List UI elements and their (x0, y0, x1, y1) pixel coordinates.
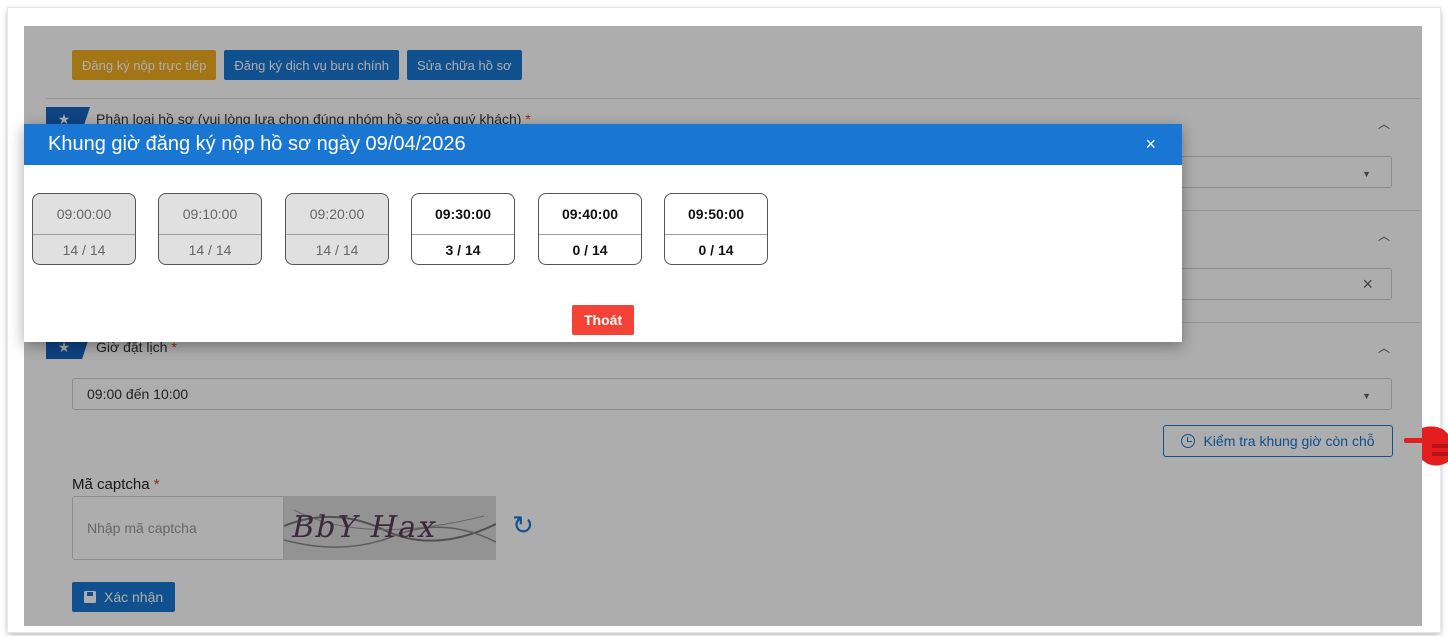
modal-title: Khung giờ đăng ký nộp hồ sơ ngày 09/04/2… (48, 133, 466, 155)
exit-button[interactable]: Thoát (572, 305, 635, 335)
time-slot[interactable]: 09:30:00 3 / 14 (411, 193, 515, 265)
time-slot[interactable]: 09:50:00 0 / 14 (664, 193, 768, 265)
slot-count: 0 / 14 (572, 242, 608, 258)
slot-count: 14 / 14 (188, 242, 232, 258)
slot-count: 14 / 14 (315, 242, 359, 258)
modal-header: Khung giờ đăng ký nộp hồ sơ ngày 09/04/2… (24, 124, 1182, 165)
time-slot[interactable]: 09:40:00 0 / 14 (538, 193, 642, 265)
slot-count: 14 / 14 (62, 242, 106, 258)
time-slot[interactable]: 09:10:00 14 / 14 (158, 193, 262, 265)
close-icon[interactable]: × (1145, 134, 1156, 155)
slot-time: 09:30:00 (412, 194, 514, 235)
slot-time: 09:00:00 (33, 194, 135, 235)
time-slot[interactable]: 09:20:00 14 / 14 (285, 193, 389, 265)
slot-time: 09:50:00 (665, 194, 767, 235)
slot-count: 3 / 14 (445, 242, 481, 258)
time-slot-modal: Khung giờ đăng ký nộp hồ sơ ngày 09/04/2… (24, 124, 1182, 342)
slot-time: 09:20:00 (286, 194, 388, 235)
slot-time: 09:40:00 (539, 194, 641, 235)
slot-count: 0 / 14 (698, 242, 734, 258)
hand-pointer-icon (1404, 426, 1448, 466)
slot-time: 09:10:00 (159, 194, 261, 235)
time-slot[interactable]: 09:00:00 14 / 14 (32, 193, 136, 265)
